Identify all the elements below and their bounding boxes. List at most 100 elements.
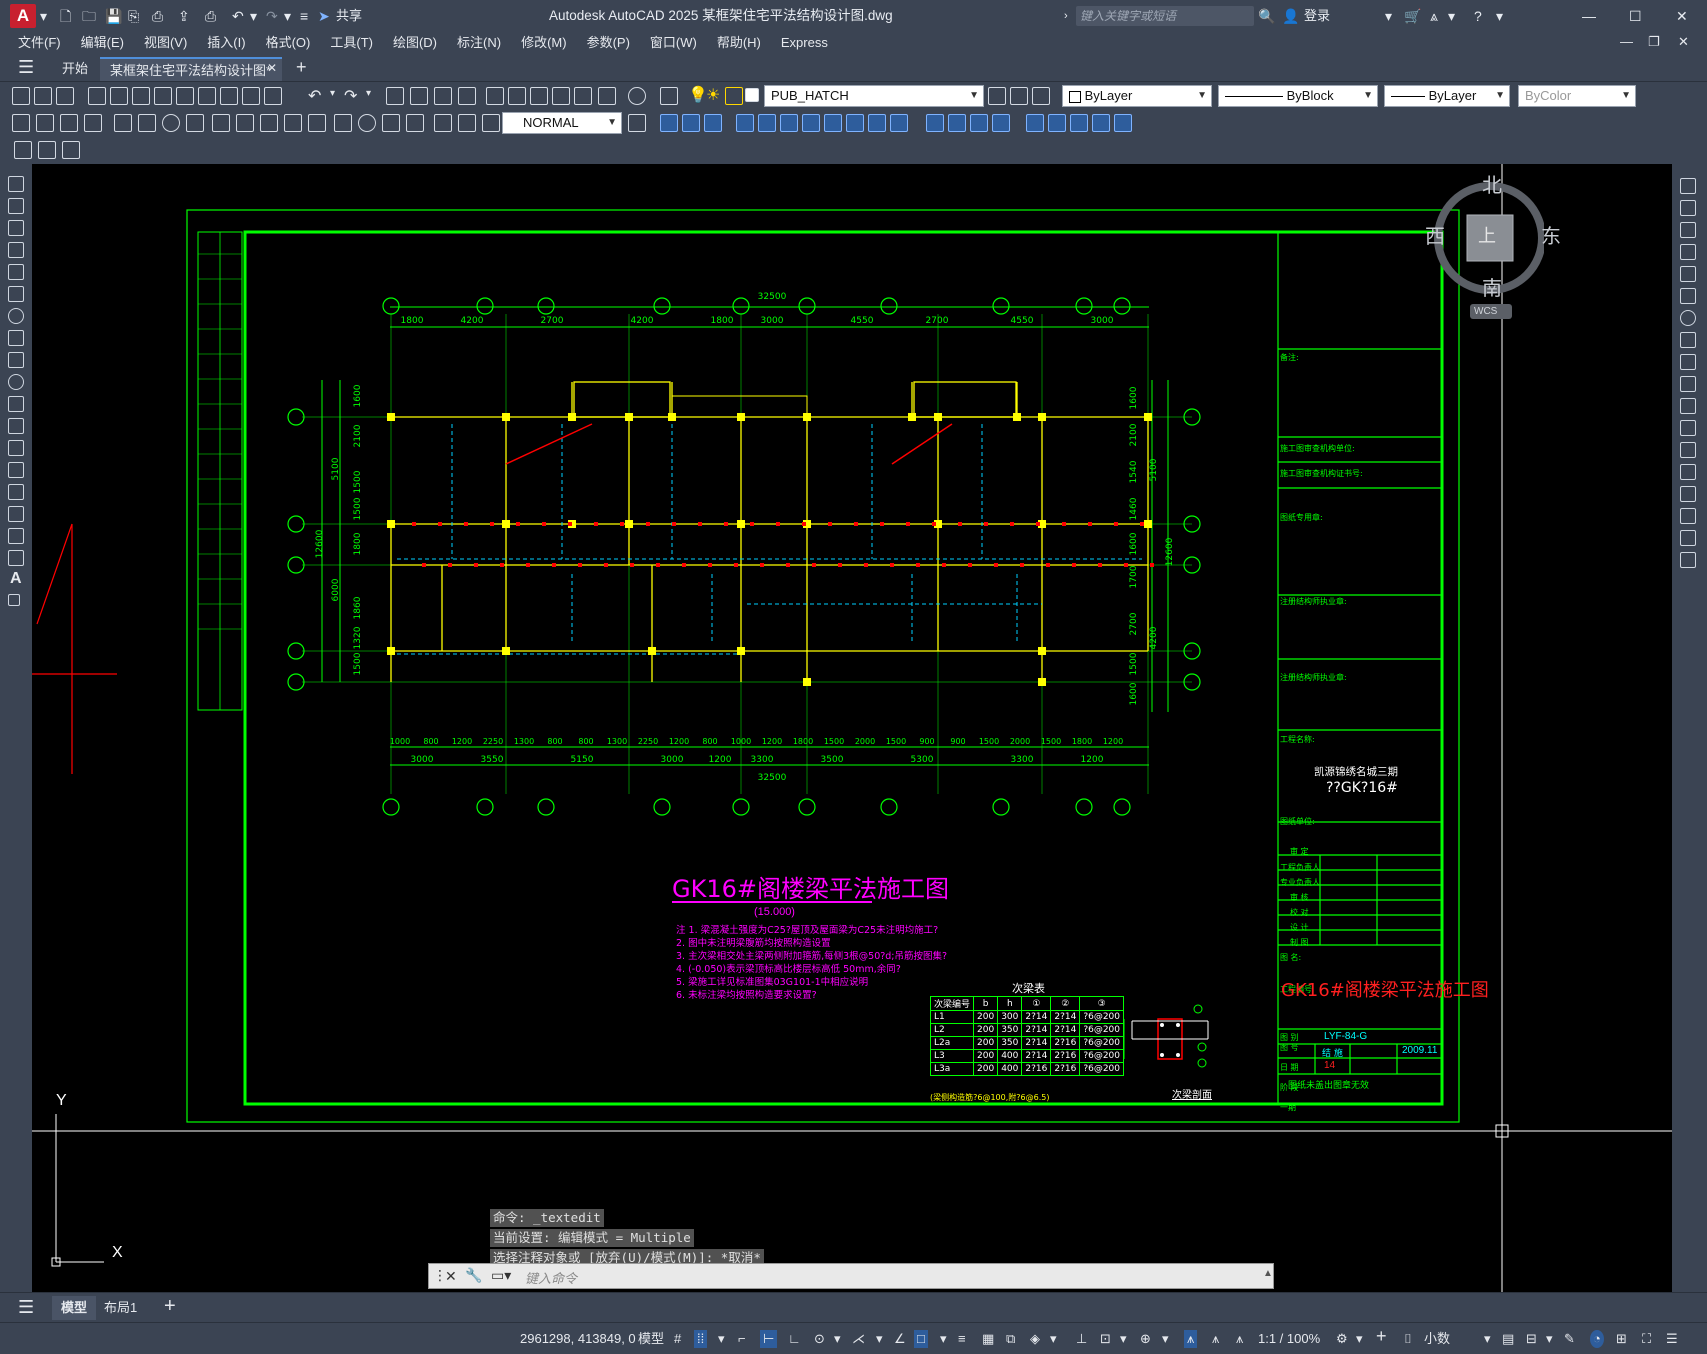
workspace-icon[interactable]: ⚙ <box>1336 1330 1348 1348</box>
new-tab-button[interactable]: + <box>296 57 307 78</box>
table-icon[interactable] <box>8 550 24 566</box>
rectangle-icon[interactable] <box>8 264 24 280</box>
polygon-icon[interactable] <box>8 242 24 258</box>
minimize-button[interactable]: — <box>1582 6 1596 26</box>
dynamic-input-icon[interactable]: ⊢ <box>760 1330 778 1348</box>
spline-icon[interactable] <box>8 352 24 368</box>
redo-icon[interactable]: ↷ <box>344 86 357 106</box>
undo-list-icon[interactable]: ▾ <box>330 88 335 99</box>
snap-dropdown-icon[interactable]: ▾ <box>718 1330 725 1348</box>
aligned-dim-icon[interactable] <box>36 114 54 132</box>
menu-help[interactable]: 帮助(H) <box>707 32 771 54</box>
customize-status-icon[interactable]: ☰ <box>1666 1330 1678 1348</box>
selection-filter-icon[interactable]: ⊡ <box>1100 1330 1111 1348</box>
cut-icon[interactable] <box>176 87 194 105</box>
copy-icon[interactable] <box>1680 200 1696 216</box>
blend-icon[interactable] <box>1092 114 1110 132</box>
lineweight-dropdown[interactable]: ByLayer ▼ <box>1384 85 1510 107</box>
hardware-acceleration-icon[interactable]: ◔ <box>1590 1330 1604 1348</box>
annotation-scale-icon[interactable]: ⩚ <box>1236 1330 1243 1348</box>
tab-model[interactable]: 模型 <box>52 1296 96 1320</box>
lineweight-icon[interactable]: ≡ <box>958 1330 966 1348</box>
make-current-layer-icon[interactable] <box>988 87 1006 105</box>
break-icon[interactable] <box>926 114 944 132</box>
chamfer-icon[interactable] <box>1680 486 1696 502</box>
break-icon[interactable] <box>1680 442 1696 458</box>
polar-tracking-icon[interactable]: ⊙ <box>814 1330 825 1348</box>
linetype-dropdown[interactable]: ByBlock ▼ <box>1218 85 1378 107</box>
plot-icon[interactable] <box>88 87 106 105</box>
jogged-dim-icon[interactable] <box>138 114 156 132</box>
menu-draw[interactable]: 绘图(D) <box>383 32 447 54</box>
transparency-icon[interactable]: ▦ <box>982 1330 994 1348</box>
circle-icon[interactable] <box>8 308 24 324</box>
object-snap-dropdown-icon[interactable]: ▾ <box>940 1330 947 1348</box>
new-icon[interactable] <box>12 87 30 105</box>
inspection-icon[interactable] <box>382 114 400 132</box>
grid-icon[interactable]: # <box>674 1330 681 1348</box>
align-icon[interactable] <box>1070 114 1088 132</box>
dim-text-edit-icon[interactable] <box>458 114 476 132</box>
viewcube-west[interactable]: 西 <box>1425 220 1445 249</box>
tab-layout1[interactable]: 布局1 <box>104 1296 137 1320</box>
login-dropdown-icon[interactable]: ▾ <box>1385 6 1392 26</box>
publish-icon[interactable] <box>132 87 150 105</box>
dim-break-icon[interactable] <box>308 114 326 132</box>
performance-icon[interactable]: ⊞ <box>1616 1330 1627 1348</box>
scale-icon[interactable] <box>824 114 842 132</box>
menu-format[interactable]: 格式(O) <box>256 32 321 54</box>
text-edit-icon[interactable] <box>14 141 32 159</box>
layer-states-icon[interactable] <box>1032 87 1050 105</box>
share-icon[interactable]: ➤ <box>318 6 330 26</box>
selection-cycling-icon[interactable]: ⧉ <box>1006 1330 1015 1348</box>
zoom-window-icon[interactable] <box>434 87 452 105</box>
markup-icon[interactable] <box>574 87 592 105</box>
extend-icon[interactable] <box>890 114 908 132</box>
save-icon[interactable]: 💾 <box>105 6 122 26</box>
layer-lock-icon[interactable] <box>725 87 743 105</box>
menu-express[interactable]: Express <box>771 32 838 54</box>
menu-tools[interactable]: 工具(T) <box>320 32 383 54</box>
isodraft-icon[interactable]: ⋌ <box>852 1330 865 1348</box>
tab-document[interactable]: 某框架住宅平法结构设计图* <box>100 57 282 81</box>
menu-parametric[interactable]: 参数(P) <box>577 32 640 54</box>
model-space-button[interactable]: 模型 <box>638 1330 664 1348</box>
tool-palettes-icon[interactable] <box>530 87 548 105</box>
doc-minimize-button[interactable]: — <box>1620 34 1633 49</box>
offset-icon[interactable] <box>1680 244 1696 260</box>
share-button[interactable]: 共享 <box>336 6 362 26</box>
block-editor-icon[interactable] <box>264 87 282 105</box>
insert-block-icon[interactable] <box>8 418 24 434</box>
undo-icon[interactable]: ↶ <box>308 86 321 106</box>
explode-icon[interactable] <box>1026 114 1044 132</box>
scale-icon[interactable] <box>1680 332 1696 348</box>
erase-icon[interactable] <box>660 114 678 132</box>
tolerance-icon[interactable] <box>334 114 352 132</box>
workspace-dropdown-icon[interactable]: ▾ <box>1356 1330 1363 1348</box>
search-box[interactable]: 键入关键字或短语 <box>1076 6 1254 26</box>
linear-dim-icon[interactable] <box>12 114 30 132</box>
annotation-scale-display[interactable]: 1:1 / 100% <box>1258 1330 1320 1348</box>
3d-osnap-icon[interactable]: ◈ <box>1030 1330 1040 1348</box>
search-icon[interactable]: 🔍 <box>1258 6 1275 26</box>
rotate-icon[interactable] <box>802 114 820 132</box>
point-icon[interactable] <box>8 462 24 478</box>
plot-icon[interactable]: ⎙ <box>205 6 216 26</box>
close-button[interactable]: ✕ <box>1676 6 1688 26</box>
web-save-icon[interactable]: ⎙ <box>152 6 163 26</box>
layer-dropdown[interactable]: PUB_HATCH ▼ <box>764 85 984 107</box>
color-dropdown[interactable]: ByLayer ▼ <box>1062 85 1212 107</box>
redo-dropdown-icon[interactable]: ▾ <box>284 6 291 26</box>
menu-modify[interactable]: 修改(M) <box>511 32 577 54</box>
lock-ui-dropdown-icon[interactable]: ▾ <box>1546 1330 1553 1348</box>
offset-icon[interactable] <box>736 114 754 132</box>
multileader-icon[interactable] <box>62 141 80 159</box>
quick-properties-icon[interactable]: ▤ <box>1502 1330 1514 1348</box>
clean-screen-icon[interactable]: ⛶ <box>1642 1330 1651 1348</box>
fillet-icon[interactable] <box>1680 508 1696 524</box>
hamburger-menu-icon[interactable]: ☰ <box>18 57 34 78</box>
3d-osnap-dropdown-icon[interactable]: ▾ <box>1050 1330 1057 1348</box>
open-icon[interactable] <box>34 87 52 105</box>
arc-length-icon[interactable] <box>60 114 78 132</box>
ortho-icon[interactable]: ∟ <box>788 1330 801 1348</box>
